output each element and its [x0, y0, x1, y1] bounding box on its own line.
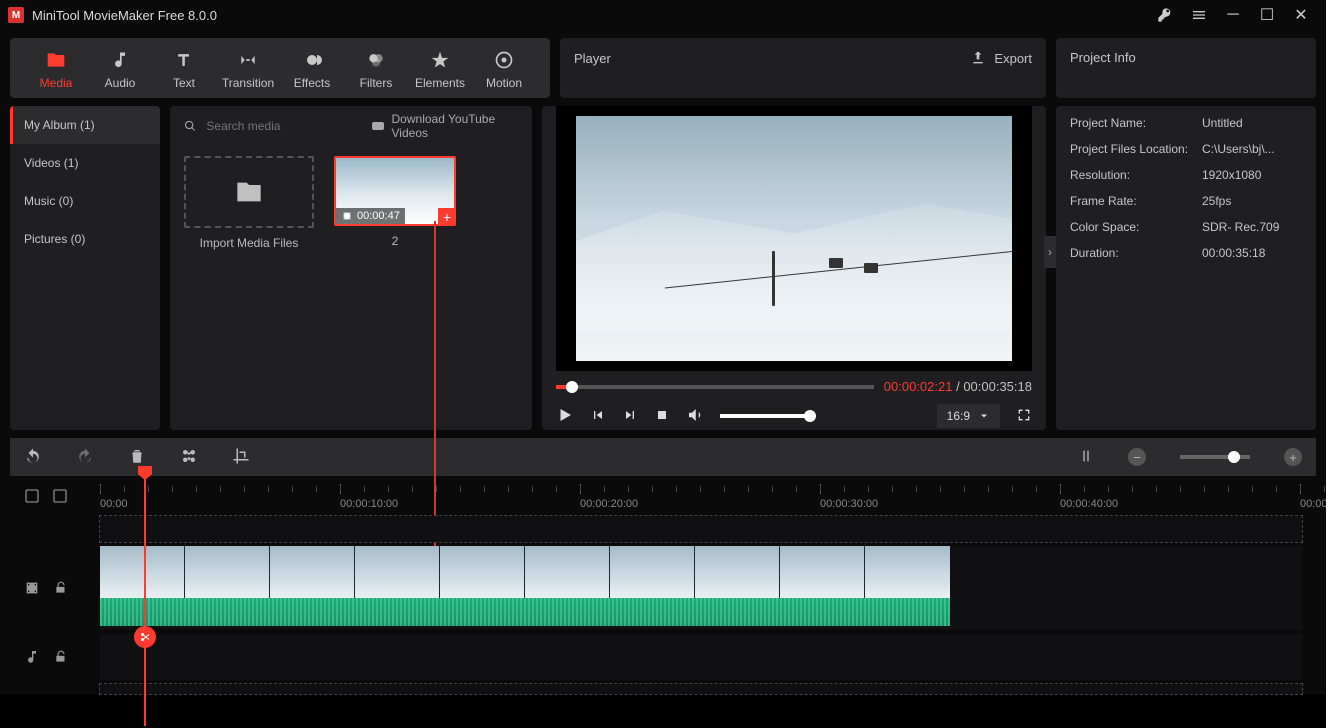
player-panel: 00:00:02:21 / 00:00:35:18 16:9 [542, 106, 1046, 430]
close-icon[interactable]: ✕ [1284, 0, 1318, 30]
remove-track-button[interactable] [52, 488, 68, 507]
crop-button[interactable] [232, 447, 250, 468]
menu-icon[interactable] [1182, 0, 1216, 30]
add-track-button[interactable] [24, 488, 40, 507]
video-track-icon [24, 580, 40, 596]
info-title: Project Info [1070, 50, 1136, 65]
minimize-icon[interactable]: ─ [1216, 0, 1250, 30]
app-logo: M [8, 7, 24, 23]
folder-icon [235, 178, 263, 206]
split-handle[interactable] [134, 626, 156, 648]
next-frame-button[interactable] [622, 407, 638, 426]
time-current: 00:00:02:21 [884, 379, 953, 394]
key-icon[interactable] [1148, 0, 1182, 30]
media-clip[interactable]: 00:00:47 + 2 [334, 156, 456, 420]
sidebar-item-videos[interactable]: Videos (1) [10, 144, 160, 182]
download-youtube-link[interactable]: Download YouTube Videos [371, 112, 518, 140]
collapse-info-button[interactable]: › [1044, 236, 1056, 268]
stop-button[interactable] [654, 407, 670, 426]
tab-filters[interactable]: Filters [344, 48, 408, 90]
player-title: Player [574, 51, 611, 66]
sidebar-item-music[interactable]: Music (0) [10, 182, 160, 220]
player-header: Player Export [560, 38, 1046, 98]
tab-text[interactable]: Text [152, 48, 216, 90]
app-title: MiniTool MovieMaker Free 8.0.0 [32, 8, 217, 23]
volume-icon[interactable] [686, 406, 704, 427]
tab-elements[interactable]: Elements [408, 48, 472, 90]
chevron-down-icon [978, 410, 990, 422]
category-tabs: Media Audio Text Transition Effects Filt… [10, 38, 550, 98]
unlock-icon[interactable] [54, 581, 68, 595]
sidebar-item-pictures[interactable]: Pictures (0) [10, 220, 160, 258]
snap-button[interactable] [1078, 448, 1094, 467]
playhead[interactable] [144, 476, 146, 726]
zoom-in-button[interactable]: + [1284, 448, 1302, 466]
titlebar: M MiniTool MovieMaker Free 8.0.0 ─ ☐ ✕ [0, 0, 1326, 30]
video-viewport[interactable] [556, 106, 1032, 371]
aspect-ratio-select[interactable]: 16:9 [937, 404, 1000, 428]
import-media-tile[interactable]: Import Media Files [184, 156, 314, 420]
split-button[interactable] [180, 447, 198, 468]
tab-effects[interactable]: Effects [280, 48, 344, 90]
tab-transition[interactable]: Transition [216, 48, 280, 90]
play-button[interactable] [556, 406, 574, 427]
timeline-clip[interactable]: 2 [100, 546, 950, 626]
media-pane: Download YouTube Videos Import Media Fil… [170, 106, 532, 430]
project-info-header: Project Info [1056, 38, 1316, 98]
zoom-out-button[interactable]: − [1128, 448, 1146, 466]
scrub-bar[interactable] [556, 385, 874, 389]
prev-frame-button[interactable] [590, 407, 606, 426]
timeline: − + 00:00 00:00:10:00 00:00:20:00 00:00:… [0, 438, 1326, 694]
delete-button[interactable] [128, 447, 146, 468]
unlock-icon[interactable] [54, 650, 68, 664]
timeline-toolbar: − + [10, 438, 1316, 476]
undo-button[interactable] [24, 447, 42, 468]
film-icon [341, 211, 353, 221]
tab-audio[interactable]: Audio [88, 48, 152, 90]
maximize-icon[interactable]: ☐ [1250, 0, 1284, 30]
project-info-panel: › Project Name:Untitled Project Files Lo… [1056, 106, 1316, 430]
fullscreen-button[interactable] [1016, 407, 1032, 426]
zoom-slider[interactable] [1180, 455, 1250, 459]
time-total: 00:00:35:18 [963, 379, 1032, 394]
media-sidebar: My Album (1) Videos (1) Music (0) Pictur… [10, 106, 160, 430]
redo-button[interactable] [76, 447, 94, 468]
search-input[interactable] [206, 119, 361, 133]
tab-media[interactable]: Media [24, 48, 88, 90]
audio-track-icon [24, 649, 40, 665]
add-clip-button[interactable]: + [438, 208, 456, 226]
volume-slider[interactable] [720, 414, 810, 418]
export-button[interactable]: Export [970, 50, 1032, 66]
search-icon [184, 119, 196, 133]
time-ruler[interactable]: 00:00 00:00:10:00 00:00:20:00 00:00:30:0… [100, 484, 1302, 514]
tab-motion[interactable]: Motion [472, 48, 536, 90]
sidebar-item-album[interactable]: My Album (1) [10, 106, 160, 144]
